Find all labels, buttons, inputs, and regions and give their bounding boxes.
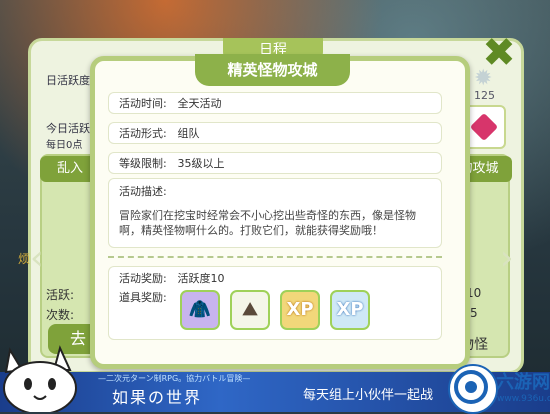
description-label: 活动描述:	[119, 185, 167, 198]
info-value: 35级以上	[177, 157, 225, 170]
side-char: 烦	[18, 252, 31, 266]
reward-value: 活跃度10	[177, 272, 225, 285]
daily-reset-label: 每日0点	[46, 140, 83, 151]
info-value: 全天活动	[177, 97, 222, 110]
info-label: 等级限制:	[119, 157, 167, 170]
reward-label: 活动奖励:	[119, 272, 167, 285]
description-box: 活动描述: 冒险家们在挖宝时经常会不小心挖出些奇怪的东西，像是怪物啊，精英怪物啊…	[108, 178, 442, 248]
item-glyph: ⛰	[242, 299, 258, 320]
description-text: 冒险家们在挖宝时经常会不小心挖出些奇怪的东西，像是怪物啊，精英怪物啊什么的。打败…	[119, 209, 416, 237]
mascot-icon	[3, 345, 77, 412]
rock-armor-icon[interactable]: ⛰	[230, 290, 270, 330]
daily-active-label: 日活跃度	[46, 74, 90, 87]
reward-box: 活动奖励: 活跃度10 道具奖励:	[108, 266, 442, 340]
modal-title: 精英怪物攻城	[195, 54, 350, 86]
site-logo-text: 六游网	[496, 372, 550, 393]
info-row-time: 活动时间: 全天活动	[108, 92, 442, 114]
gear-icon[interactable]: ✹	[474, 66, 492, 91]
count-row-label: 次数:	[46, 308, 75, 322]
purple-cloak-icon[interactable]: 🧥	[180, 290, 220, 330]
divider	[108, 256, 442, 258]
xp-blue-icon[interactable]: XP	[330, 290, 370, 330]
item-glyph: XP	[286, 299, 314, 320]
banner-slogan: 每天组上小伙伴一起战	[303, 388, 434, 403]
info-row-form: 活动形式: 组队	[108, 122, 442, 144]
left-arrow-icon[interactable]: ‹	[30, 238, 44, 278]
item-glyph: XP	[336, 299, 364, 320]
banner-title: 如果の世界	[112, 388, 203, 407]
info-label: 活动形式:	[119, 127, 167, 140]
right-arrow-icon[interactable]: ›	[500, 238, 514, 278]
banner-subtitle: —二次元ターン制RPG。協力バトル冒険—	[98, 374, 251, 383]
active-value: 125	[474, 89, 495, 102]
info-row-level: 等级限制: 35级以上	[108, 152, 442, 174]
active-row-label: 活跃:	[46, 288, 75, 302]
info-label: 活动时间:	[119, 97, 167, 110]
info-value: 组队	[177, 127, 200, 140]
xp-orange-icon[interactable]: XP	[280, 290, 320, 330]
today-active-label: 今日活跃	[46, 122, 90, 135]
item-label: 道具奖励:	[119, 291, 167, 304]
item-glyph: 🧥	[188, 299, 212, 320]
site-logo-icon	[448, 364, 498, 414]
site-url: www.936u.com	[497, 394, 550, 404]
